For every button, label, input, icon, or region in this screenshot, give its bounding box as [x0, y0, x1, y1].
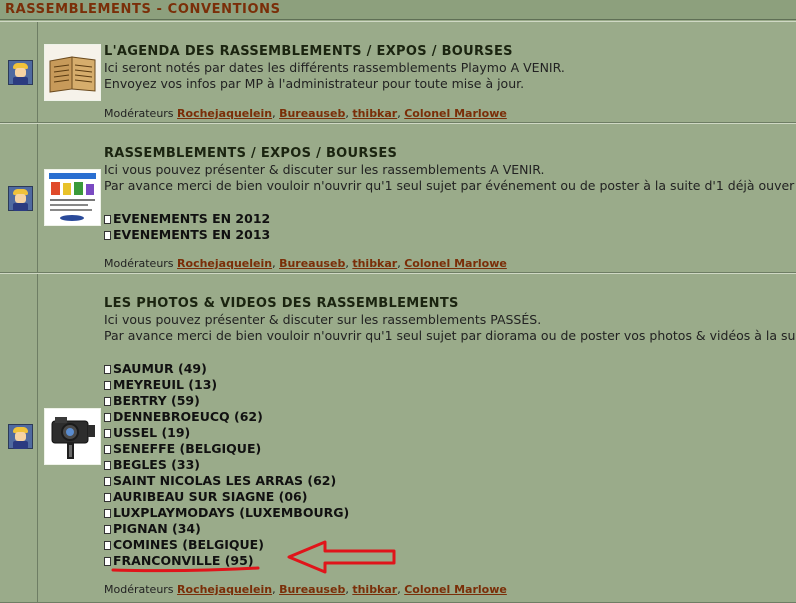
moderators: Modérateurs Rochejaquelein, Bureauseb, t…	[104, 257, 507, 270]
playmobil-avatar-icon	[8, 60, 33, 85]
subforum-label: COMINES (BELGIQUE)	[113, 537, 264, 552]
subforum-label: SENEFFE (BELGIQUE)	[113, 441, 262, 456]
forum-description-line: Envoyez vos infos par MP à l'administrat…	[104, 76, 525, 91]
subforum-label: PIGNAN (34)	[113, 521, 201, 536]
moderator-link[interactable]: Bureauseb	[279, 107, 345, 120]
subforum-link[interactable]: SENEFFE (BELGIQUE)	[104, 441, 796, 457]
document-icon	[104, 429, 111, 438]
forum-info: RASSEMBLEMENTS / EXPOS / BOURSES Ici vou…	[104, 146, 796, 243]
moderator-link[interactable]: Rochejaquelein	[177, 583, 272, 596]
subforum-label: SAUMUR (49)	[113, 361, 207, 376]
subforum-link[interactable]: AURIBEAU SUR SIAGNE (06)	[104, 489, 796, 505]
document-icon	[104, 509, 111, 518]
document-icon	[104, 557, 111, 566]
moderators: Modérateurs Rochejaquelein, Bureauseb, t…	[104, 107, 507, 120]
subforum-link[interactable]: DENNEBROEUCQ (62)	[104, 409, 796, 425]
subforum-link[interactable]: SAUMUR (49)	[104, 361, 796, 377]
moderator-link[interactable]: Colonel Marlowe	[404, 107, 507, 120]
subforum-label: AURIBEAU SUR SIAGNE (06)	[113, 489, 308, 504]
moderators-label: Modérateurs	[104, 257, 174, 270]
document-icon	[104, 493, 111, 502]
playmobil-avatar-icon	[8, 186, 33, 211]
subforum-label: BERTRY (59)	[113, 393, 200, 408]
forum-row-agenda: L'AGENDA DES RASSEMBLEMENTS / EXPOS / BO…	[0, 21, 796, 123]
playmobil-avatar-icon	[8, 424, 33, 449]
document-icon	[104, 525, 111, 534]
old-book-icon	[44, 44, 101, 101]
subforum-link[interactable]: FRANCONVILLE (95)	[104, 553, 796, 569]
subforum-link[interactable]: LUXPLAYMODAYS (LUXEMBOURG)	[104, 505, 796, 521]
forum-description-line: Ici vous pouvez présenter & discuter sur…	[104, 162, 545, 177]
document-icon	[104, 381, 111, 390]
subforum-label: LUXPLAYMODAYS (LUXEMBOURG)	[113, 505, 350, 520]
subforum-link[interactable]: EVENEMENTS EN 2013	[104, 227, 796, 243]
subforum-link[interactable]: EVENEMENTS EN 2012	[104, 211, 796, 227]
forum-title[interactable]: RASSEMBLEMENTS / EXPOS / BOURSES	[104, 146, 796, 162]
forum-status-cell	[0, 22, 38, 122]
document-icon	[104, 477, 111, 486]
forum-status-cell	[0, 274, 38, 602]
document-icon	[104, 397, 111, 406]
forum-row-photos-videos: LES PHOTOS & VIDEOS DES RASSEMBLEMENTS I…	[0, 273, 796, 603]
subforum-label: FRANCONVILLE (95)	[113, 553, 254, 568]
subforum-label: MEYREUIL (13)	[113, 377, 218, 392]
forum-description-line: Par avance merci de bien vouloir n'ouvri…	[104, 328, 796, 343]
document-icon	[104, 215, 111, 224]
moderators-label: Modérateurs	[104, 583, 174, 596]
moderator-link[interactable]: Rochejaquelein	[177, 257, 272, 270]
camera-icon	[44, 408, 101, 465]
document-icon	[104, 231, 111, 240]
forum-description-line: Ici vous pouvez présenter & discuter sur…	[104, 312, 542, 327]
moderators-label: Modérateurs	[104, 107, 174, 120]
moderators: Modérateurs Rochejaquelein, Bureauseb, t…	[104, 583, 507, 596]
moderator-link[interactable]: Rochejaquelein	[177, 107, 272, 120]
subforum-label: DENNEBROEUCQ (62)	[113, 409, 263, 424]
moderator-link[interactable]: Colonel Marlowe	[404, 583, 507, 596]
forum-status-cell	[0, 124, 38, 272]
forum-description-line: Par avance merci de bien vouloir n'ouvri…	[104, 178, 795, 193]
subforum-link[interactable]: BERTRY (59)	[104, 393, 796, 409]
subforum-link[interactable]: BEGLES (33)	[104, 457, 796, 473]
subforum-label: SAINT NICOLAS LES ARRAS (62)	[113, 473, 337, 488]
moderator-link[interactable]: Colonel Marlowe	[404, 257, 507, 270]
subforum-link[interactable]: SAINT NICOLAS LES ARRAS (62)	[104, 473, 796, 489]
subforum-label: EVENEMENTS EN 2012	[113, 211, 271, 226]
forum-row-rassemblements: RASSEMBLEMENTS / EXPOS / BOURSES Ici vou…	[0, 123, 796, 273]
moderator-link[interactable]: thibkar	[352, 583, 397, 596]
forum-info: L'AGENDA DES RASSEMBLEMENTS / EXPOS / BO…	[104, 44, 796, 92]
subforum-link[interactable]: PIGNAN (34)	[104, 521, 796, 537]
moderator-link[interactable]: Bureauseb	[279, 583, 345, 596]
subforum-link[interactable]: MEYREUIL (13)	[104, 377, 796, 393]
event-poster-icon	[44, 169, 101, 226]
moderator-link[interactable]: thibkar	[352, 107, 397, 120]
document-icon	[104, 541, 111, 550]
forum-info: LES PHOTOS & VIDEOS DES RASSEMBLEMENTS I…	[104, 296, 796, 569]
document-icon	[104, 445, 111, 454]
subforum-label: BEGLES (33)	[113, 457, 201, 472]
forum-description-line: Ici seront notés par dates les différent…	[104, 60, 565, 75]
document-icon	[104, 365, 111, 374]
document-icon	[104, 413, 111, 422]
moderator-link[interactable]: thibkar	[352, 257, 397, 270]
subforum-label: EVENEMENTS EN 2013	[113, 227, 271, 242]
moderator-link[interactable]: Bureauseb	[279, 257, 345, 270]
forum-title[interactable]: L'AGENDA DES RASSEMBLEMENTS / EXPOS / BO…	[104, 44, 796, 60]
document-icon	[104, 461, 111, 470]
forum-title[interactable]: LES PHOTOS & VIDEOS DES RASSEMBLEMENTS	[104, 296, 796, 312]
category-title[interactable]: RASSEMBLEMENTS - CONVENTIONS	[5, 2, 281, 17]
category-header: RASSEMBLEMENTS - CONVENTIONS	[0, 0, 796, 20]
subforum-link[interactable]: USSEL (19)	[104, 425, 796, 441]
subforum-link[interactable]: COMINES (BELGIQUE)	[104, 537, 796, 553]
subforum-label: USSEL (19)	[113, 425, 191, 440]
